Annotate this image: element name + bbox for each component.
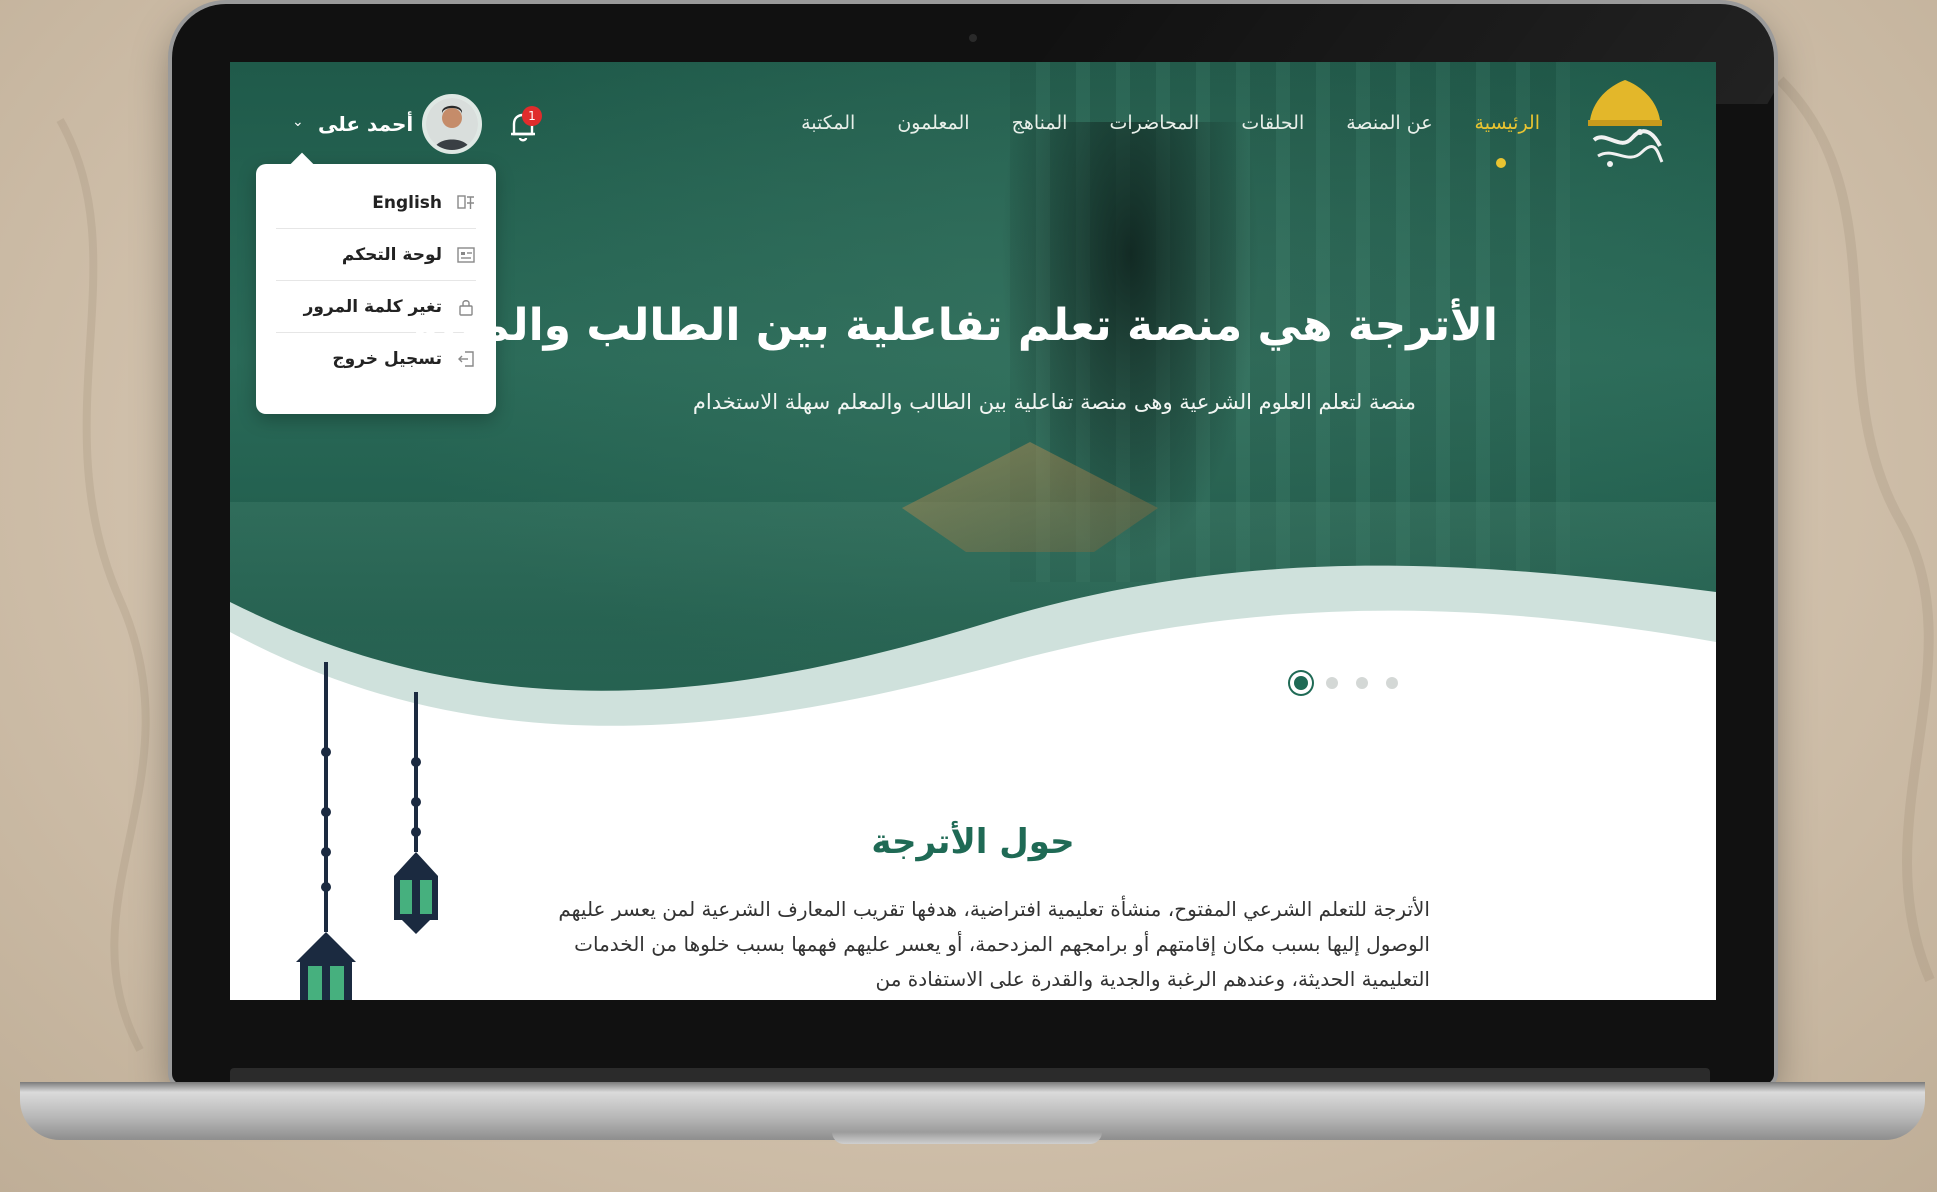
nav-library[interactable]: المكتبة [801,112,855,134]
menu-item-english[interactable]: English [276,178,476,229]
dashboard-icon [456,245,476,265]
main-menu: الرئيسية عن المنصة الحلقات المحاضرات الم… [759,112,1540,134]
nav-home[interactable]: الرئيسية [1475,112,1540,134]
hero-subtitle: منصة لتعلم العلوم الشرعية وهى منصة تفاعل… [692,390,1416,414]
avatar[interactable] [422,94,482,154]
menu-item-label: English [372,193,442,213]
alotruja-logo[interactable] [1580,76,1670,176]
camera-icon [969,34,977,42]
menu-item-dashboard[interactable]: لوحة التحكم [276,230,476,281]
nav-lectures[interactable]: المحاضرات [1109,112,1199,134]
slide-dot[interactable] [1386,677,1398,689]
notification-count-badge: 1 [522,106,542,126]
nav-about-platform[interactable]: عن المنصة [1346,112,1432,134]
hero-title: الأترجة هي منصة تعلم تفاعلية بين الطالب … [405,300,1498,351]
nav-teachers[interactable]: المعلمون [897,112,969,134]
logout-icon [456,349,476,369]
active-nav-indicator [1496,158,1506,168]
nav-circles[interactable]: الحلقات [1241,112,1304,134]
slide-dot[interactable] [1294,676,1308,690]
browser-screen: الرئيسية عن المنصة الحلقات المحاضرات الم… [230,62,1716,1000]
slide-dot[interactable] [1356,677,1368,689]
nav-curricula[interactable]: المناهج [1012,112,1068,134]
translate-icon [456,193,476,213]
user-photo [426,98,478,150]
user-dropdown-menu: English لوحة التحكم تغير كلمة المرور تسج… [256,164,496,414]
about-title: حول الأترجة [871,822,1075,862]
user-name[interactable]: أحمد على [318,112,413,136]
chevron-down-icon[interactable]: ⌄ [292,114,304,130]
slider-pagination [1294,676,1398,690]
laptop-base-edge [20,1082,1925,1092]
about-text: الأترجة للتعلم الشرعي المفتوح، منشأة تعل… [558,897,1430,991]
laptop-notch [832,1132,1102,1144]
slide-dot[interactable] [1326,677,1338,689]
menu-item-label: تسجيل خروج [332,349,442,369]
top-navbar: الرئيسية عن المنصة الحلقات المحاضرات الم… [230,62,1716,414]
menu-item-label: لوحة التحكم [341,245,442,265]
